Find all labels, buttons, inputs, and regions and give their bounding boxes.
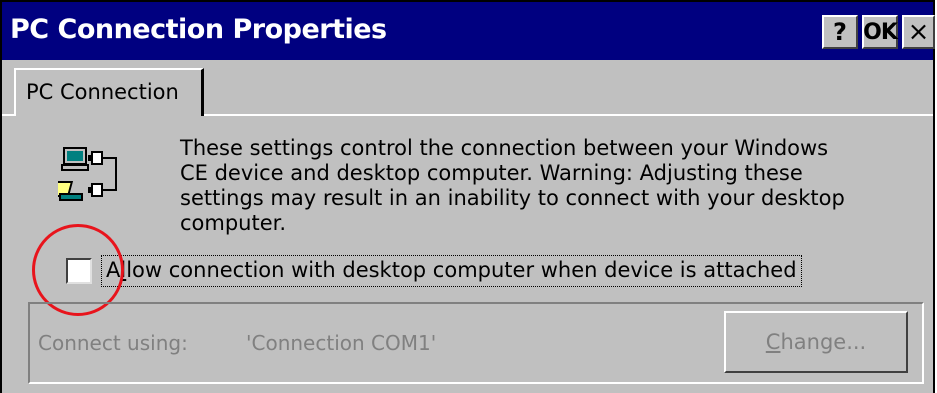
allow-connection-checkbox[interactable] xyxy=(66,258,92,284)
connect-using-label: Connect using: xyxy=(38,331,188,355)
help-button[interactable]: ? xyxy=(822,15,858,49)
connection-value: 'Connection COM1' xyxy=(246,331,437,355)
change-button-label: Change... xyxy=(765,330,867,354)
allow-connection-label[interactable]: Allow connection with desktop computer w… xyxy=(101,255,802,287)
tab-strip-line xyxy=(204,114,933,116)
change-button[interactable]: Change... xyxy=(724,311,908,373)
window-title: PC Connection Properties xyxy=(10,14,387,45)
ok-button[interactable]: OK xyxy=(862,15,898,49)
tab-pc-connection[interactable]: PC Connection xyxy=(14,68,204,116)
pc-connection-properties-dialog: PC Connection Properties ? OK × PC Conne… xyxy=(0,0,935,393)
settings-description: These settings control the connection be… xyxy=(180,136,845,235)
tab-label: PC Connection xyxy=(26,80,179,104)
title-bar: PC Connection Properties ? OK × xyxy=(2,2,935,60)
close-button[interactable]: × xyxy=(902,15,935,49)
pc-connection-icon xyxy=(58,147,117,201)
